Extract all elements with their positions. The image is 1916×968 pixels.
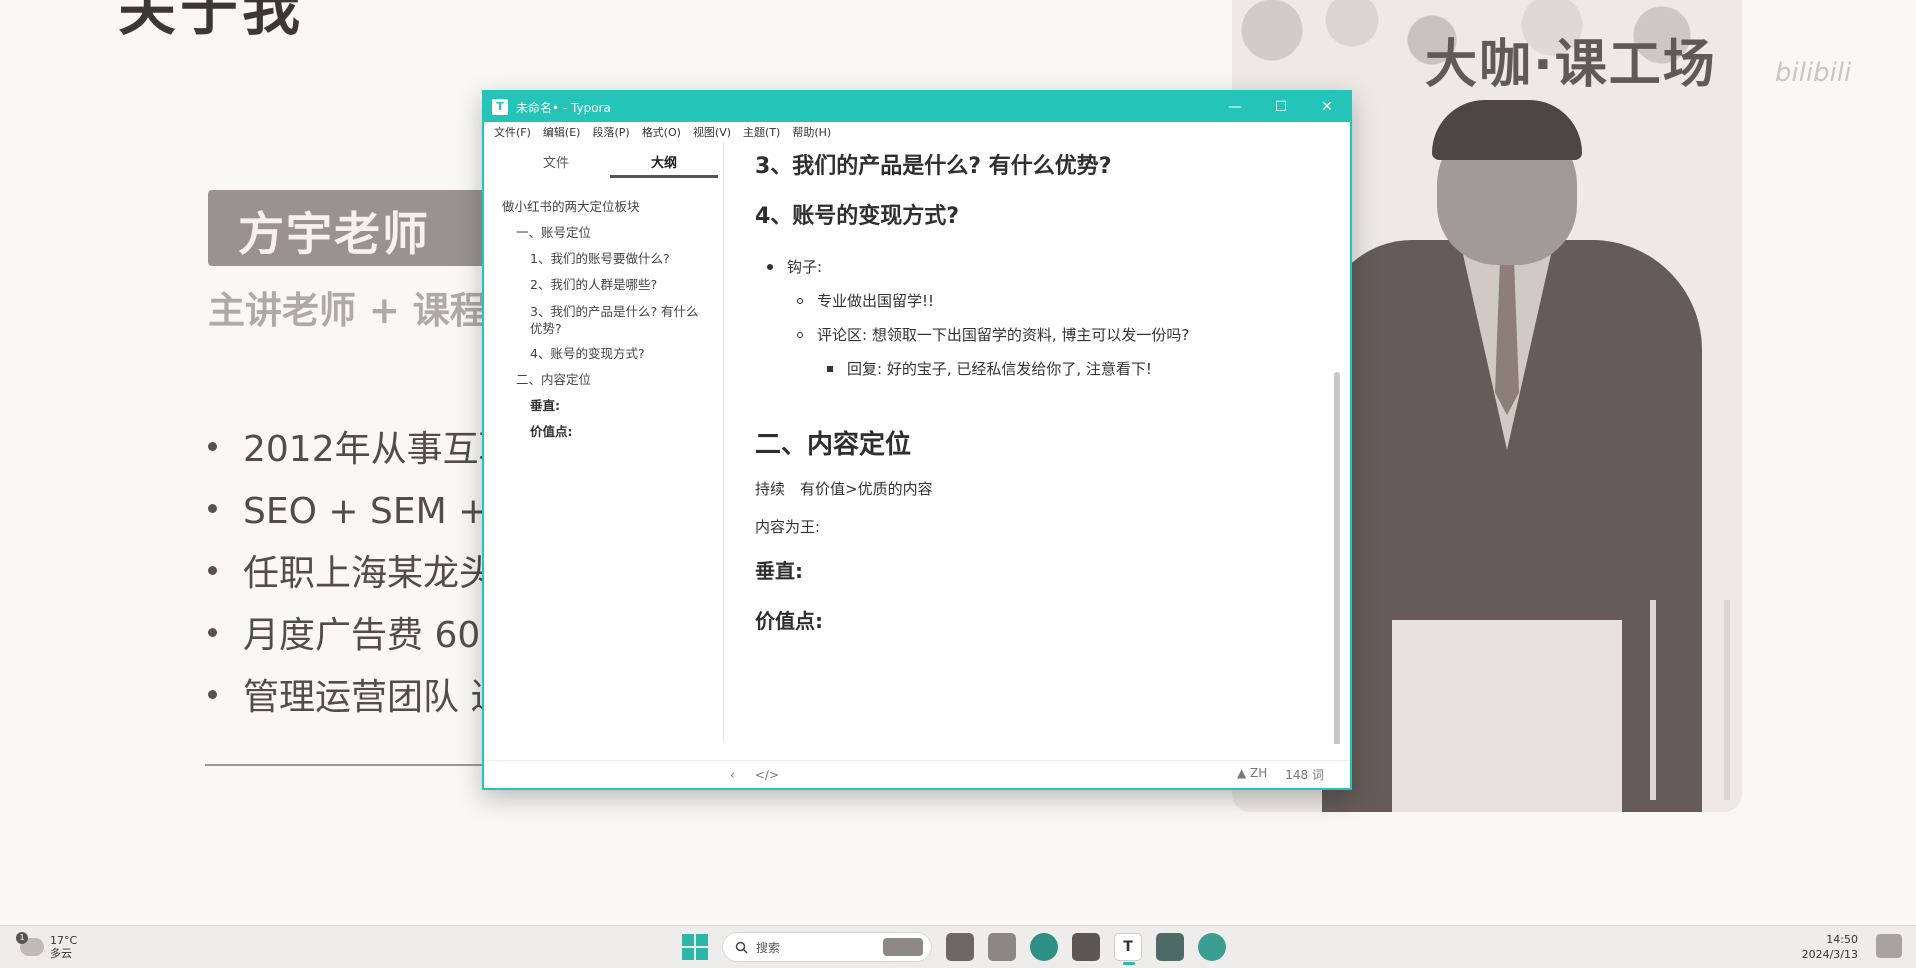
title-bar[interactable]: T 未命名• - Typora — ☐ ✕ xyxy=(484,92,1350,122)
status-left: ‹ </> xyxy=(484,768,779,782)
heading-monetize[interactable]: 4、账号的变现方式? xyxy=(755,192,1342,242)
word-count[interactable]: 148 词 xyxy=(1285,766,1324,783)
bullet-square-icon xyxy=(827,366,833,372)
presenter-hair xyxy=(1432,100,1582,160)
source-code-icon[interactable]: </> xyxy=(755,768,779,782)
outline-item[interactable]: 价值点: xyxy=(484,419,723,445)
minimize-button[interactable]: — xyxy=(1212,92,1258,122)
taskbar-apps: 搜索 T xyxy=(682,932,1226,965)
edge-icon[interactable] xyxy=(1030,933,1058,961)
paragraph-continue[interactable]: 持续 有价值>优质的内容 xyxy=(755,470,1342,508)
outline-item[interactable]: 一、账号定位 xyxy=(484,220,723,246)
close-button[interactable]: ✕ xyxy=(1304,92,1350,122)
bullet-circle-icon xyxy=(797,298,803,304)
list-item-text: 回复: 好的宝子, 已经私信发给你了, 注意看下! xyxy=(847,360,1152,378)
edge-dev-icon[interactable] xyxy=(1198,933,1226,961)
outline-item[interactable]: 垂直: xyxy=(484,393,723,419)
watermark-text: 大咖·课工场 xyxy=(1425,35,1717,95)
typora-taskbar-icon[interactable]: T xyxy=(1114,933,1142,965)
weather-condition: 多云 xyxy=(50,947,72,960)
list-item[interactable]: 专业做出国留学!! xyxy=(755,284,1342,318)
back-icon[interactable]: ‹ xyxy=(730,768,735,782)
list-item-text: 评论区: 想领取一下出国留学的资料, 博主可以发一份吗? xyxy=(817,326,1190,344)
editor-scrollbar[interactable] xyxy=(1334,372,1340,744)
notification-icon[interactable] xyxy=(1876,934,1902,958)
tab-files[interactable]: 文件 xyxy=(502,142,610,178)
clock-time: 14:50 xyxy=(1826,933,1858,946)
status-bar: ‹ </> ▲ ZH 148 词 xyxy=(484,760,1350,788)
start-icon[interactable] xyxy=(682,934,708,960)
notepad-icon[interactable] xyxy=(1156,933,1184,961)
store-icon[interactable] xyxy=(1072,933,1100,961)
chair-decoration xyxy=(1650,600,1730,800)
weather-widget[interactable]: 1 17°C 多云 xyxy=(16,932,77,960)
outline-item[interactable]: 1、我们的账号要做什么? xyxy=(484,246,723,272)
maximize-button[interactable]: ☐ xyxy=(1258,92,1304,122)
typora-window: T 未命名• - Typora — ☐ ✕ 文件(F) 编辑(E) 段落(P) … xyxy=(482,90,1352,790)
menu-format[interactable]: 格式(O) xyxy=(636,124,687,140)
paragraph-content-king[interactable]: 内容为王: xyxy=(755,508,1342,546)
heading-product[interactable]: 3、我们的产品是什么? 有什么优势? xyxy=(755,142,1342,192)
system-clock[interactable]: 14:50 2024/3/13 xyxy=(1802,932,1858,962)
sidebar-tabs: 文件 大纲 xyxy=(484,142,723,178)
search-placeholder: 搜索 xyxy=(756,940,781,955)
search-highlight-icon xyxy=(883,938,923,956)
list-item[interactable]: 评论区: 想领取一下出国留学的资料, 博主可以发一份吗? xyxy=(755,318,1342,352)
presenter-name: 方宇老师 xyxy=(238,207,430,261)
outline-item[interactable]: 4、账号的变现方式? xyxy=(484,341,723,367)
menu-edit[interactable]: 编辑(E) xyxy=(537,124,587,140)
menu-bar: 文件(F) 编辑(E) 段落(P) 格式(O) 视图(V) 主题(T) 帮助(H… xyxy=(484,122,1350,142)
list-item-text: 钩子: xyxy=(787,258,823,276)
window-controls: — ☐ ✕ xyxy=(1212,92,1350,122)
file-explorer-icon[interactable] xyxy=(988,933,1016,961)
menu-view[interactable]: 视图(V) xyxy=(687,124,737,140)
clock-date: 2024/3/13 xyxy=(1801,948,1858,961)
editor-area[interactable]: 3、我们的产品是什么? 有什么优势? 4、账号的变现方式? 钩子: 专业做出国留… xyxy=(725,142,1342,744)
taskbar: 1 17°C 多云 搜索 T 14:50 2024/3/13 xyxy=(0,925,1916,968)
tab-outline[interactable]: 大纲 xyxy=(610,142,718,178)
list-item-text: 专业做出国留学!! xyxy=(817,292,935,310)
list-item[interactable]: 钩子: xyxy=(755,250,1342,284)
slide-subtitle: 主讲老师 + 课程 xyxy=(208,289,487,332)
outline-item[interactable]: 2、我们的人群是哪些? xyxy=(484,272,723,298)
temperature: 17°C xyxy=(50,934,78,947)
list-item[interactable]: 回复: 好的宝子, 已经私信发给你了, 注意看下! xyxy=(755,352,1342,386)
presenter-name-box: 方宇老师 xyxy=(208,190,490,266)
weather-badge: 1 xyxy=(16,932,28,944)
status-right: ▲ ZH 148 词 xyxy=(1237,766,1350,783)
outline-item[interactable]: 3、我们的产品是什么? 有什么优势? xyxy=(484,298,704,341)
menu-theme[interactable]: 主题(T) xyxy=(737,124,786,140)
heading-value-point[interactable]: 价值点: xyxy=(755,596,1342,646)
slide-title: 关于我 xyxy=(118,0,305,43)
outline-item[interactable]: 做小红书的两大定位板块 xyxy=(484,194,723,220)
bilibili-logo: bilibili xyxy=(1775,58,1852,88)
outline-item[interactable]: 二、内容定位 xyxy=(484,367,723,393)
outline-list: 做小红书的两大定位板块 一、账号定位 1、我们的账号要做什么? 2、我们的人群是… xyxy=(484,178,723,445)
taskbar-search[interactable]: 搜索 xyxy=(722,932,932,962)
bullet-disc-icon xyxy=(767,264,773,270)
language-indicator[interactable]: ▲ ZH xyxy=(1237,766,1267,783)
weather-text: 17°C 多云 xyxy=(50,934,77,960)
bullet-circle-icon xyxy=(797,332,803,338)
typora-app-icon: T xyxy=(492,99,508,115)
menu-file[interactable]: 文件(F) xyxy=(488,124,537,140)
task-view-icon[interactable] xyxy=(946,933,974,961)
search-icon xyxy=(735,941,748,954)
bullet-list: 钩子: 专业做出国留学!! 评论区: 想领取一下出国留学的资料, 博主可以发一份… xyxy=(755,250,1342,386)
menu-paragraph[interactable]: 段落(P) xyxy=(586,124,635,140)
cloud-icon: 1 xyxy=(16,932,44,956)
sidebar: 文件 大纲 做小红书的两大定位板块 一、账号定位 1、我们的账号要做什么? 2、… xyxy=(484,142,724,742)
window-title: 未命名• - Typora xyxy=(516,100,611,115)
heading-content-positioning[interactable]: 二、内容定位 xyxy=(755,420,1342,470)
heading-vertical[interactable]: 垂直: xyxy=(755,546,1342,596)
presenter-legs xyxy=(1392,620,1622,812)
menu-help[interactable]: 帮助(H) xyxy=(786,124,837,140)
